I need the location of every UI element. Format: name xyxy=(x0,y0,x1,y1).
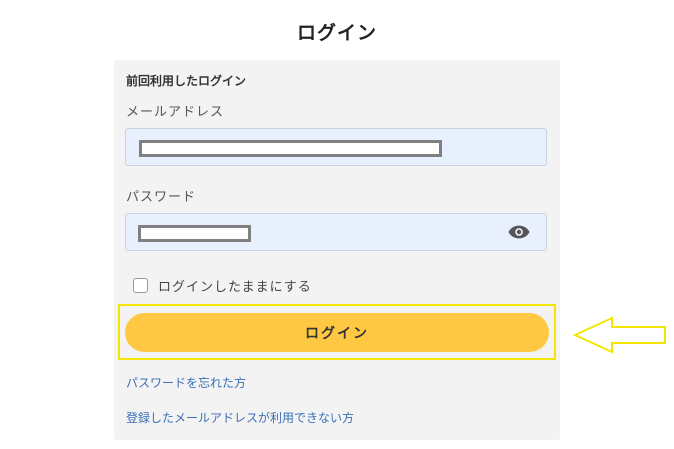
password-redaction xyxy=(138,225,251,242)
email-unavailable-link[interactable]: 登録したメールアドレスが利用できない方 xyxy=(126,409,354,426)
password-label: パスワード xyxy=(126,190,197,205)
forgot-password-link[interactable]: パスワードを忘れた方 xyxy=(126,374,246,391)
email-redaction xyxy=(139,140,442,157)
remember-me-checkbox[interactable] xyxy=(133,278,148,293)
section-title: 前回利用したログイン xyxy=(126,74,247,88)
email-label: メールアドレス xyxy=(126,105,225,120)
email-field[interactable] xyxy=(125,128,547,166)
eye-icon[interactable] xyxy=(508,224,530,240)
arrow-left-icon xyxy=(572,316,666,354)
password-field[interactable] xyxy=(125,213,547,251)
remember-me-option[interactable]: ログインしたままにする xyxy=(133,276,312,295)
page-title: ログイン xyxy=(296,22,377,44)
remember-me-label: ログインしたままにする xyxy=(158,280,312,295)
login-button[interactable]: ログイン xyxy=(125,313,549,352)
